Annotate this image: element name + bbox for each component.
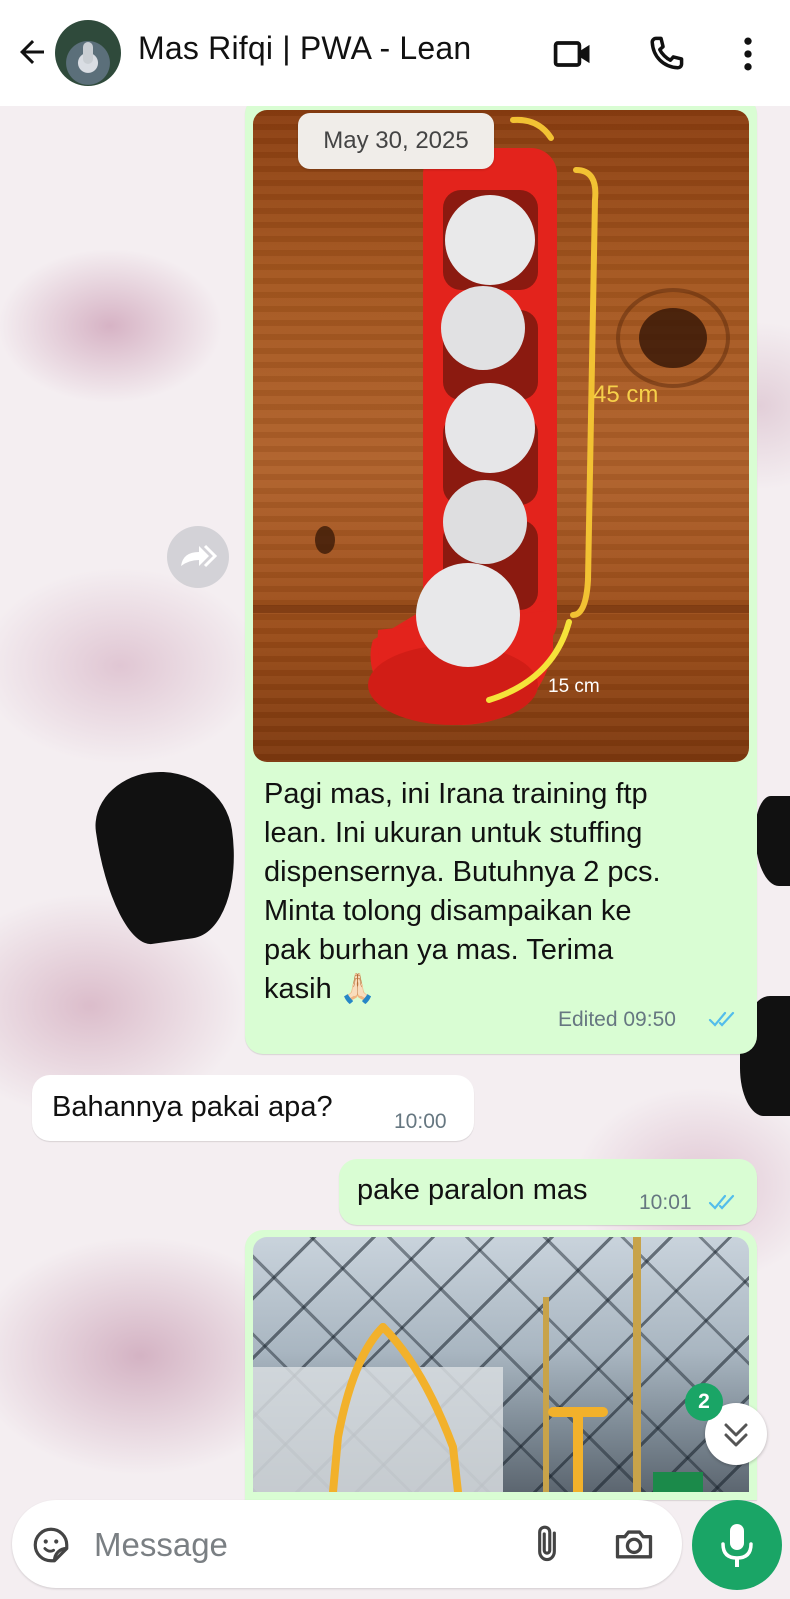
- attach-icon[interactable]: [525, 1522, 569, 1566]
- message-photo[interactable]: [253, 1237, 749, 1492]
- message-time: 10:01: [639, 1191, 692, 1214]
- message-text: Bahannya pakai apa?: [52, 1091, 333, 1123]
- read-ticks-icon: [708, 1011, 735, 1027]
- message-line: kasih 🙏🏻: [264, 973, 376, 1005]
- warehouse-photo-illustration: [253, 1237, 703, 1492]
- more-vert-icon[interactable]: [726, 32, 770, 76]
- photo-annotation-width: 15 cm: [548, 676, 600, 697]
- message-line: lean. Ini ukuran untuk stuffing: [264, 817, 643, 849]
- photo-annotation-height: 45 cm: [593, 381, 658, 408]
- chat-header: Mas Rifqi | PWA - Lean: [0, 0, 790, 106]
- date-chip: May 30, 2025: [298, 113, 494, 169]
- message-line: dispensernya. Butuhnya 2 pcs.: [264, 856, 661, 888]
- message-time: 10:00: [394, 1110, 447, 1133]
- forward-button[interactable]: [167, 526, 229, 588]
- outgoing-message-bubble[interactable]: pake paralon mas 10:01: [339, 1159, 757, 1225]
- message-line: Pagi mas, ini Irana training ftp: [264, 778, 648, 810]
- message-input[interactable]: [92, 1518, 516, 1572]
- mic-icon: [721, 1524, 753, 1567]
- back-arrow-icon[interactable]: [14, 34, 50, 70]
- dispenser-photo-illustration: 45 cm 15 cm: [253, 116, 749, 725]
- message-photo[interactable]: 45 cm 15 cm: [253, 110, 749, 762]
- message-text: pake paralon mas: [357, 1174, 588, 1206]
- camera-icon[interactable]: [612, 1522, 656, 1566]
- wallpaper-map-shape: [755, 796, 790, 886]
- message-line: Minta tolong disampaikan ke: [264, 895, 632, 927]
- video-call-icon[interactable]: [551, 32, 595, 76]
- message-text: Pagi mas, ini Irana training ftp lean. I…: [264, 775, 734, 1009]
- wallpaper-map-shape: [88, 762, 247, 950]
- avatar[interactable]: [55, 20, 121, 86]
- phone-icon[interactable]: [644, 32, 688, 76]
- sticker-icon[interactable]: [30, 1524, 72, 1566]
- incoming-message-bubble[interactable]: Bahannya pakai apa? 10:00: [32, 1075, 474, 1141]
- forward-icon: [181, 544, 218, 568]
- message-line: pak burhan ya mas. Terima: [264, 934, 614, 966]
- read-ticks-icon: [708, 1194, 735, 1210]
- unread-count-badge: 2: [685, 1383, 723, 1421]
- message-meta: Edited 09:50: [558, 1008, 676, 1031]
- contact-name[interactable]: Mas Rifqi | PWA - Lean: [138, 30, 471, 67]
- voice-message-button[interactable]: [692, 1500, 782, 1590]
